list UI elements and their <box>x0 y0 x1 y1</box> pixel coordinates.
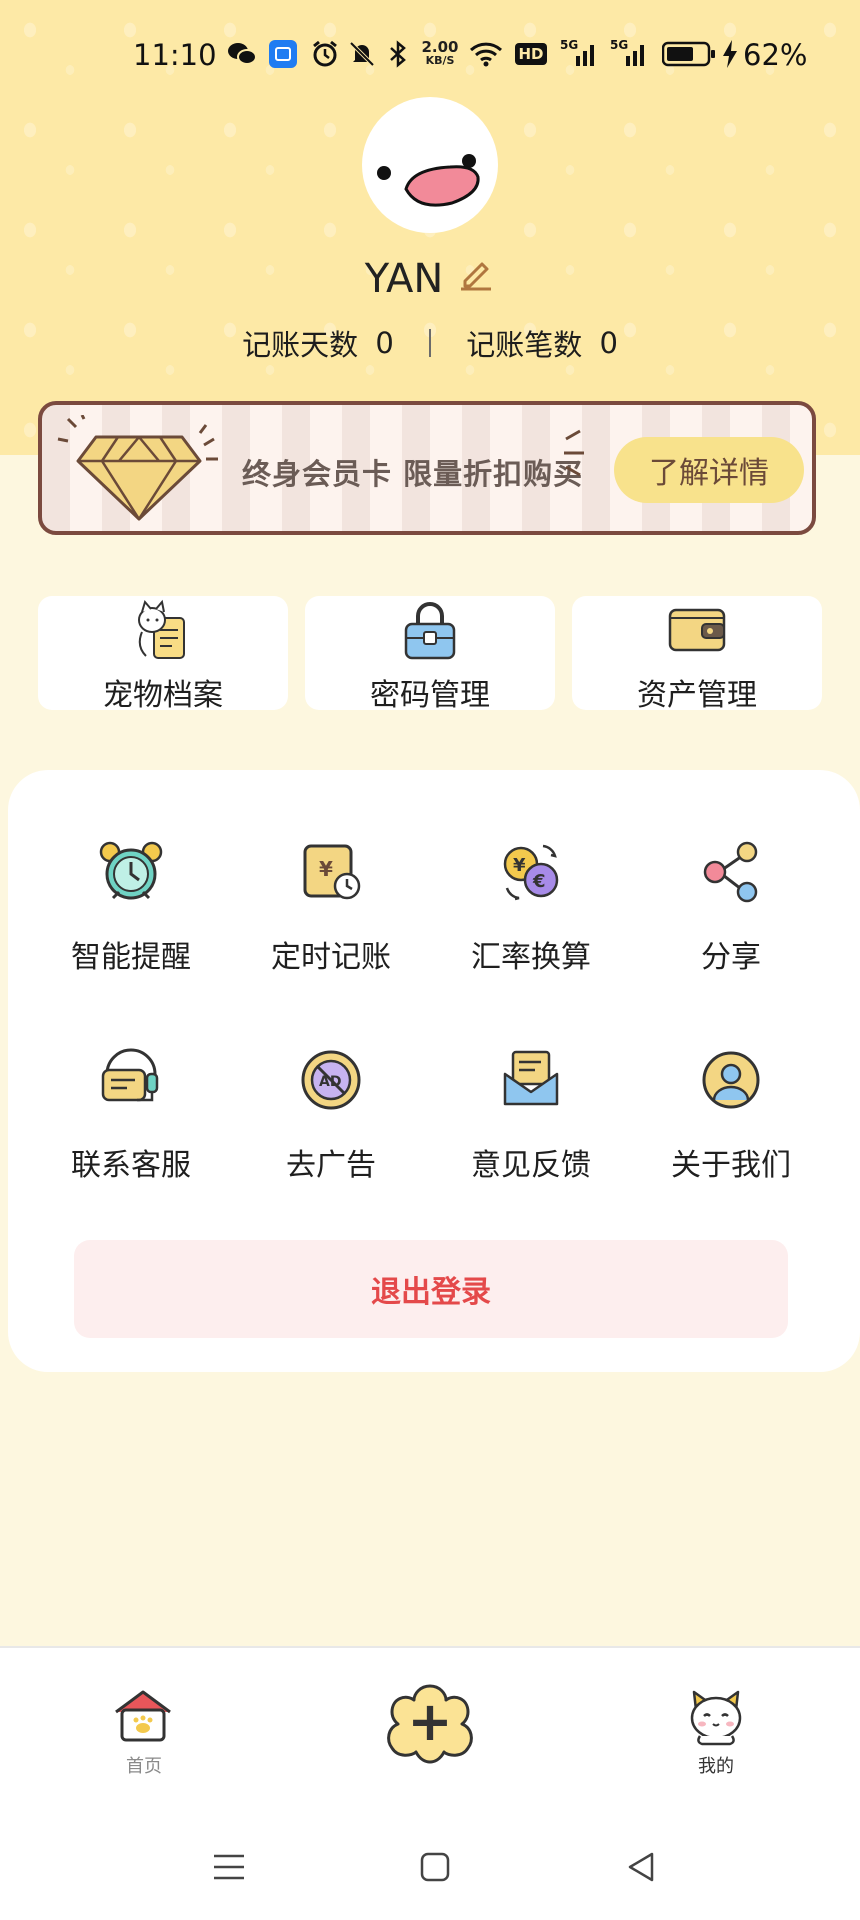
grid-item-label: 意见反馈 <box>471 1148 591 1183</box>
grid-item-customer-service[interactable]: 联系客服 <box>31 1048 231 1198</box>
paw-add-icon: + <box>387 1684 473 1764</box>
username-row: YAN <box>0 255 860 303</box>
customer-service-icon <box>97 1048 165 1116</box>
hd-icon: HD <box>515 40 547 68</box>
alarm-clock-icon <box>97 840 165 908</box>
bottom-tab-bar: 首页 + 我的 <box>0 1646 860 1828</box>
status-time: 11:10 <box>133 38 217 72</box>
bookkeeping-records-value: 0 <box>599 326 618 360</box>
signal-5g-icon: 5G <box>560 38 600 68</box>
add-record-button[interactable]: + <box>378 1678 482 1774</box>
diamond-icon <box>56 414 236 529</box>
pet-file-icon <box>128 598 198 670</box>
username: YAN <box>364 256 444 302</box>
alarm-icon <box>310 40 340 68</box>
learn-more-button[interactable]: 了解详情 <box>614 437 804 503</box>
no-ads-icon: AD <box>297 1048 365 1116</box>
grid-item-label: 定时记账 <box>271 940 391 975</box>
grid-item-label: 去广告 <box>286 1148 376 1183</box>
euro-symbol: € <box>532 871 546 892</box>
yen-symbol: ¥ <box>319 857 333 881</box>
quick-card-password[interactable]: 密码管理 <box>305 596 555 713</box>
bookkeeping-records-label: 记账笔数 <box>466 328 583 362</box>
grid-item-label: 联系客服 <box>71 1148 191 1183</box>
feedback-icon <box>497 1048 565 1116</box>
grid-item-label: 分享 <box>701 940 761 975</box>
charging-icon <box>720 40 740 68</box>
quick-card-assets[interactable]: 资产管理 <box>572 596 822 713</box>
net-speed: 2.00 KB/S <box>421 38 459 68</box>
stats-row: 记账天数 0 记账笔数 0 <box>0 322 860 364</box>
house-icon <box>112 1688 174 1748</box>
bluetooth-icon <box>386 40 410 68</box>
grid-item-label: 关于我们 <box>671 1148 791 1183</box>
grid-item-about-us[interactable]: 关于我们 <box>631 1048 831 1198</box>
home-nav-icon[interactable] <box>418 1850 452 1888</box>
tab-home[interactable]: 首页 <box>84 1688 204 1798</box>
stats-divider <box>429 329 431 357</box>
avatar[interactable] <box>362 97 498 233</box>
grid-item-scheduled-bill[interactable]: ¥ 定时记账 <box>231 840 431 990</box>
status-bar: 11:10 2.00 KB/S HD 5G 5G 62% <box>0 0 860 110</box>
back-icon[interactable] <box>624 1850 658 1888</box>
quick-card-label: 密码管理 <box>370 678 490 713</box>
grid-item-share[interactable]: 分享 <box>631 840 831 990</box>
add-symbol: + <box>407 1690 452 1753</box>
cat-icon <box>684 1688 748 1750</box>
mute-icon <box>347 40 377 68</box>
grid-item-currency-exchange[interactable]: ¥ € 汇率换算 <box>431 840 631 990</box>
wifi-icon <box>468 40 504 68</box>
tab-mine[interactable]: 我的 <box>656 1688 776 1798</box>
wallet-icon <box>666 598 728 662</box>
grid-item-label: 智能提醒 <box>71 940 191 975</box>
tab-home-label: 首页 <box>126 1756 162 1777</box>
sparkle-icon <box>556 425 596 489</box>
grid-item-remove-ads[interactable]: AD 去广告 <box>231 1048 431 1198</box>
battery-percent: 62% <box>743 38 808 72</box>
lock-icon <box>400 598 460 666</box>
yen-symbol: ¥ <box>513 855 526 876</box>
currency-exchange-icon: ¥ € <box>497 840 565 908</box>
bookkeeping-days-value: 0 <box>375 326 394 360</box>
quick-card-pet-file[interactable]: 宠物档案 <box>38 596 288 713</box>
share-icon <box>697 840 765 908</box>
tab-mine-label: 我的 <box>698 1756 734 1777</box>
signal-5g-icon: 5G <box>610 38 650 68</box>
scheduled-bill-icon: ¥ <box>297 840 365 908</box>
battery-icon <box>662 40 716 68</box>
menu-icon[interactable] <box>212 1850 246 1888</box>
quick-card-label: 宠物档案 <box>103 678 223 713</box>
grid-item-feedback[interactable]: 意见反馈 <box>431 1048 631 1198</box>
vip-banner-text: 终身会员卡 限量折扣购买 <box>242 457 584 491</box>
app-notification-icon <box>268 40 298 68</box>
grid-item-smart-reminder[interactable]: 智能提醒 <box>31 840 231 990</box>
system-nav-bar <box>0 1826 860 1920</box>
wechat-icon <box>226 40 258 68</box>
quick-card-label: 资产管理 <box>637 678 757 713</box>
logout-button[interactable]: 退出登录 <box>74 1240 788 1338</box>
bookkeeping-days-label: 记账天数 <box>242 328 359 362</box>
grid-item-label: 汇率换算 <box>471 940 591 975</box>
vip-banner[interactable]: 终身会员卡 限量折扣购买 了解详情 <box>38 401 816 535</box>
edit-icon[interactable] <box>457 255 495 303</box>
about-us-icon <box>697 1048 765 1116</box>
